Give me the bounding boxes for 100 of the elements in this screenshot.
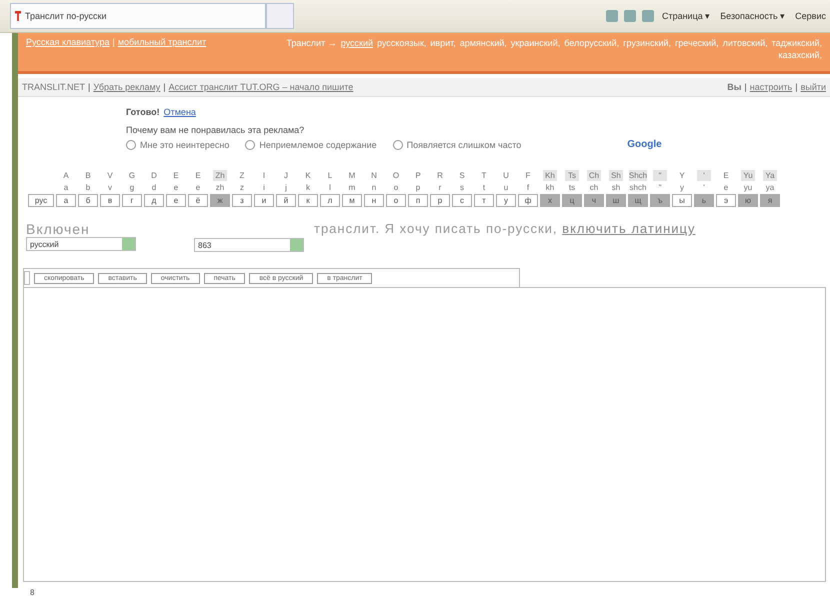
toolbar-menu[interactable]: Безопасность ▾ [718,11,788,21]
tab-title: Транслит по-русски [25,11,107,21]
key-label: Shch [628,170,648,181]
key-label: f [526,182,530,193]
keyboard-key[interactable]: й [276,194,296,207]
keyboard-key[interactable]: с [452,194,472,207]
keyboard-key[interactable]: м [342,194,362,207]
key-label: j [284,182,288,193]
status-text: Включен [26,221,91,237]
keyboard-key[interactable]: ъ [650,194,670,207]
keyboard-key[interactable]: ь [694,194,714,207]
nav-link[interactable]: настроить [750,82,792,92]
key-label: ts [568,182,576,193]
keyboard-key[interactable]: а [56,194,76,207]
key-label: E [722,170,730,181]
keyboard-key[interactable]: ц [562,194,582,207]
keyboard-key[interactable]: рус [28,194,54,207]
keyboard-key[interactable]: р [430,194,450,207]
key-label: v [107,182,113,193]
separator: | [88,82,90,92]
keyboard-key[interactable]: л [320,194,340,207]
nav-link[interactable]: TRANSLIT.NET [22,82,86,92]
latin-link[interactable]: включить латиницу [562,221,696,236]
key-label: K [304,170,312,181]
key-label: m [348,182,356,193]
key-label: Kh [543,170,557,181]
nav-link[interactable]: выйти [800,82,826,92]
key-label: N [370,170,378,181]
keyboard-key[interactable]: б [78,194,98,207]
key-label: Ch [587,170,601,181]
key-label: u [502,182,510,193]
radio-option[interactable]: Мне это неинтересно [126,140,230,150]
key-label: E [172,170,180,181]
key-label: Z [238,170,246,181]
keyboard-key[interactable]: э [716,194,736,207]
status-text: 8 [30,588,34,597]
keyboard-key[interactable]: о [386,194,406,207]
keyboard-key[interactable]: н [364,194,384,207]
key-label: Zh [213,170,227,181]
keyboard-key[interactable]: д [144,194,164,207]
radio-option[interactable]: Появляется слишком часто [392,140,522,150]
key-label: k [305,182,311,193]
key-label: A [62,170,70,181]
keyboard-key[interactable]: ж [210,194,230,207]
new-tab-button[interactable] [266,3,294,29]
site-logo-icon [15,11,21,21]
key-label: sh [610,182,622,193]
browser-tab[interactable]: Транслит по-русски [10,3,266,29]
toolbar-menu[interactable]: Сервис [793,11,828,21]
keyboard-key[interactable]: ю [738,194,758,207]
key-label: t [482,182,486,193]
keyboard-key[interactable]: п [408,194,428,207]
key-label: a [62,182,70,193]
key-label: e [722,182,730,193]
keyboard-key[interactable]: у [496,194,516,207]
key-label: o [392,182,400,193]
key-label: Ya [763,170,777,181]
nav-link[interactable]: Вы [727,82,742,92]
keyboard-key[interactable]: ы [672,194,692,207]
cancel-link[interactable]: Отмена [164,107,196,117]
keyboard-key[interactable]: в [100,194,120,207]
key-label: shch [630,182,646,193]
keyboard-key[interactable]: к [298,194,318,207]
keyboard-key[interactable]: ё [188,194,208,207]
key-label: J [283,170,289,181]
radio-option[interactable]: Неприемлемое содержание [245,140,377,150]
key-label: Yu [741,170,755,181]
keyboard-key[interactable]: х [540,194,560,207]
keyboard-key[interactable]: ф [518,194,538,207]
key-label: ya [764,182,776,193]
keyboard-key[interactable]: ч [584,194,604,207]
keyboard-key[interactable]: т [474,194,494,207]
done-text: Готово! [126,107,160,117]
key-label: ' [697,170,711,181]
key-label: M [348,170,356,181]
languages-label: Транслит → [286,37,337,49]
toolbar-menu[interactable]: Страница ▾ [660,11,712,21]
google-logo: Google [627,139,662,150]
key-label: U [502,170,510,181]
keyboard-key[interactable]: щ [628,194,648,207]
language-select[interactable]: русский [26,237,136,251]
keyboard-key[interactable]: е [166,194,186,207]
keyboard-key[interactable]: ш [606,194,626,207]
key-label: l [328,182,332,193]
keyboard-key[interactable]: я [760,194,780,207]
keyboard-key[interactable]: з [232,194,252,207]
key-label: e [194,182,202,193]
nav-link[interactable]: Убрать рекламу [93,82,160,92]
key-label: R [436,170,444,181]
key-label: L [326,170,334,181]
key-label: Sh [609,170,623,181]
encoding-select[interactable]: 863 [194,238,304,252]
separator: | [744,82,747,92]
separator: | [163,82,166,92]
nav-link[interactable]: Ассист транслит TUT.ORG – начало пишите [168,82,354,92]
keyboard-key[interactable]: и [254,194,274,207]
keyboard-key[interactable]: г [122,194,142,207]
key-label: i [262,182,266,193]
key-label: ch [588,182,600,193]
key-label: ' [702,182,706,193]
